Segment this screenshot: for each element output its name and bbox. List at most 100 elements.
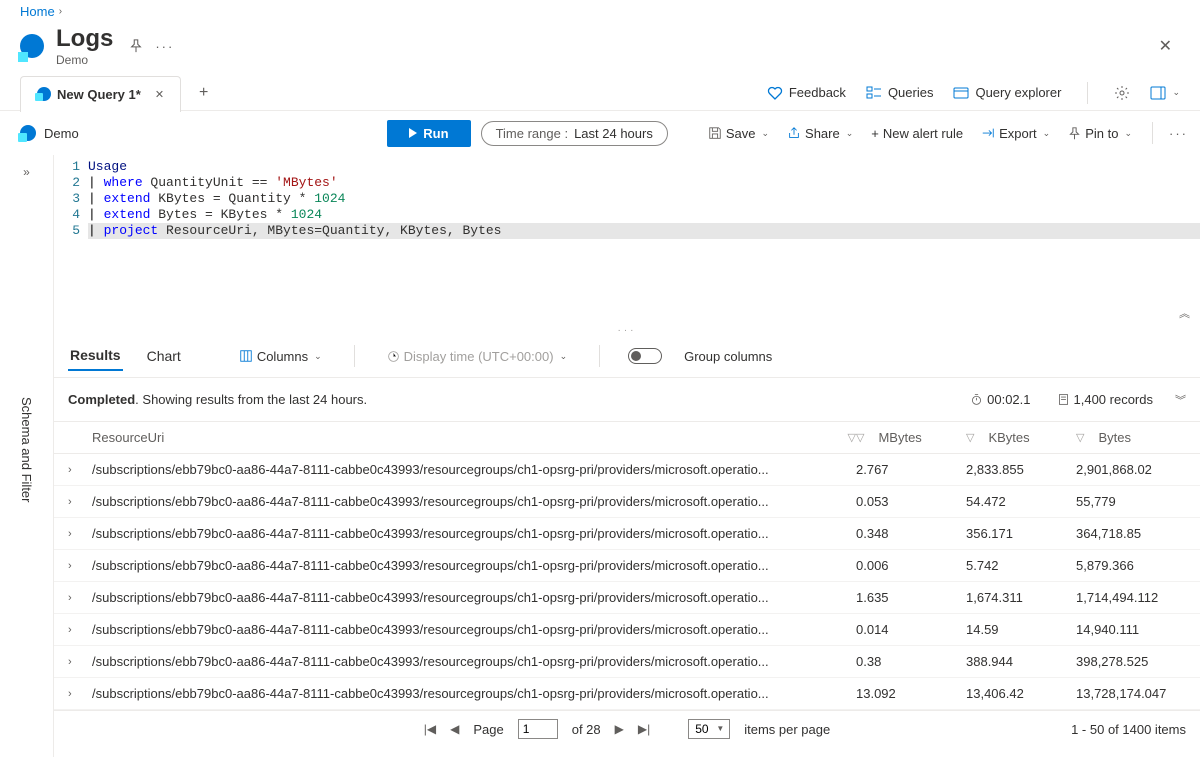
line-gutter: 12345 (54, 159, 88, 321)
page-input[interactable] (518, 719, 558, 739)
query-tab-icon (37, 87, 51, 101)
play-icon (409, 128, 417, 138)
export-button[interactable]: Export⌄ (977, 122, 1054, 145)
query-explorer-button[interactable]: Query explorer (953, 85, 1061, 101)
grid-body: ›/subscriptions/ebb79bc0-aa86-44a7-8111-… (54, 454, 1200, 710)
add-tab-button[interactable]: + (191, 80, 216, 106)
display-time-button[interactable]: Display time (UTC+00:00)⌄ (383, 345, 571, 368)
scope-selector[interactable]: Demo (20, 125, 79, 141)
table-row[interactable]: ›/subscriptions/ebb79bc0-aa86-44a7-8111-… (54, 550, 1200, 582)
queries-button[interactable]: Queries (866, 85, 934, 101)
cell-kbytes: 54.472 (966, 494, 1076, 509)
sidebar-label[interactable]: Schema and Filter (19, 397, 34, 503)
feedback-button[interactable]: Feedback (767, 85, 846, 101)
table-row[interactable]: ›/subscriptions/ebb79bc0-aa86-44a7-8111-… (54, 646, 1200, 678)
table-row[interactable]: ›/subscriptions/ebb79bc0-aa86-44a7-8111-… (54, 582, 1200, 614)
expand-row-icon[interactable]: › (68, 656, 92, 668)
table-row[interactable]: ›/subscriptions/ebb79bc0-aa86-44a7-8111-… (54, 614, 1200, 646)
code-editor[interactable]: 12345 Usage | where QuantityUnit == 'MBy… (54, 155, 1200, 325)
run-button[interactable]: Run (387, 120, 470, 147)
cell-kbytes: 5.742 (966, 558, 1076, 573)
expand-sidebar-button[interactable]: » (23, 165, 30, 179)
col-kbytes[interactable]: KBytes (988, 430, 1029, 445)
page-size-select[interactable]: 50 (688, 719, 730, 739)
breadcrumb-home[interactable]: Home (20, 4, 55, 19)
query-tab-active[interactable]: New Query 1* ✕ (20, 76, 181, 112)
cell-resourceuri: /subscriptions/ebb79bc0-aa86-44a7-8111-c… (92, 590, 856, 605)
expand-row-icon[interactable]: › (68, 592, 92, 604)
filter-icon[interactable]: ▽ (856, 431, 864, 444)
panel-toggle-button[interactable]: ⌄ (1150, 85, 1180, 101)
cell-bytes: 398,278.525 (1076, 654, 1186, 669)
table-row[interactable]: ›/subscriptions/ebb79bc0-aa86-44a7-8111-… (54, 454, 1200, 486)
first-page-button[interactable]: |◀ (424, 722, 436, 736)
expand-row-icon[interactable]: › (68, 624, 92, 636)
cell-resourceuri: /subscriptions/ebb79bc0-aa86-44a7-8111-c… (92, 654, 856, 669)
columns-icon (239, 349, 253, 363)
page-label: Page (473, 722, 503, 737)
share-icon (787, 126, 801, 140)
side-rail: » Schema and Filter (0, 155, 54, 757)
last-page-button[interactable]: ▶| (638, 722, 650, 736)
page-title: Logs (56, 25, 113, 53)
settings-gear-icon[interactable] (1114, 85, 1130, 101)
expand-row-icon[interactable]: › (68, 528, 92, 540)
tab-results[interactable]: Results (68, 341, 123, 371)
table-row[interactable]: ›/subscriptions/ebb79bc0-aa86-44a7-8111-… (54, 678, 1200, 710)
save-button[interactable]: Save⌄ (704, 122, 773, 145)
new-alert-button[interactable]: + New alert rule (867, 122, 967, 145)
cell-kbytes: 356.171 (966, 526, 1076, 541)
table-row[interactable]: ›/subscriptions/ebb79bc0-aa86-44a7-8111-… (54, 518, 1200, 550)
query-tab-label: New Query 1* (57, 87, 141, 102)
resize-handle[interactable]: ··· (54, 325, 1200, 335)
tab-chart[interactable]: Chart (145, 342, 183, 370)
expand-row-icon[interactable]: › (68, 688, 92, 700)
table-row[interactable]: ›/subscriptions/ebb79bc0-aa86-44a7-8111-… (54, 486, 1200, 518)
cell-bytes: 364,718.85 (1076, 526, 1186, 541)
query-timing: 00:02.1 (966, 388, 1034, 411)
expand-results-icon[interactable]: ︾ (1175, 392, 1186, 408)
expand-row-icon[interactable]: › (68, 560, 92, 572)
cell-resourceuri: /subscriptions/ebb79bc0-aa86-44a7-8111-c… (92, 686, 856, 701)
col-bytes[interactable]: Bytes (1098, 430, 1131, 445)
expand-row-icon[interactable]: › (68, 496, 92, 508)
logs-app-icon (20, 34, 44, 58)
chevron-down-icon: ⌄ (1172, 87, 1180, 98)
heart-icon (767, 85, 783, 101)
queries-icon (866, 85, 882, 101)
cell-bytes: 5,879.366 (1076, 558, 1186, 573)
next-page-button[interactable]: ▶ (615, 722, 624, 736)
query-toolbar: Demo Run Time range : Last 24 hours Save… (0, 111, 1200, 155)
more-icon[interactable]: ··· (155, 39, 174, 54)
cell-bytes: 1,714,494.112 (1076, 590, 1186, 605)
explorer-icon (953, 85, 969, 101)
group-columns-toggle[interactable] (628, 348, 662, 364)
stopwatch-icon (970, 393, 983, 406)
prev-page-button[interactable]: ◀ (450, 722, 459, 736)
col-mbytes[interactable]: MBytes (878, 430, 921, 445)
columns-button[interactable]: Columns⌄ (235, 345, 326, 368)
pin-to-button[interactable]: Pin to⌄ (1064, 122, 1136, 145)
close-button[interactable]: ✕ (1151, 32, 1180, 60)
toolbar-more-icon[interactable]: ··· (1169, 126, 1188, 141)
collapse-editor-icon[interactable]: ︽ (1179, 305, 1190, 321)
filter-icon[interactable]: ▽ (848, 431, 856, 444)
code-body[interactable]: Usage | where QuantityUnit == 'MBytes' |… (88, 159, 1200, 321)
time-range-selector[interactable]: Time range : Last 24 hours (481, 121, 668, 146)
cell-bytes: 13,728,174.047 (1076, 686, 1186, 701)
share-button[interactable]: Share⌄ (783, 122, 857, 145)
filter-icon[interactable]: ▽ (966, 431, 974, 444)
pin-icon[interactable] (129, 39, 143, 53)
chevron-right-icon: › (59, 6, 62, 17)
per-page-label: items per page (744, 722, 830, 737)
cell-mbytes: 2.767 (856, 462, 966, 477)
cell-kbytes: 1,674.311 (966, 590, 1076, 605)
cell-mbytes: 0.006 (856, 558, 966, 573)
expand-row-icon[interactable]: › (68, 464, 92, 476)
filter-icon[interactable]: ▽ (1076, 431, 1084, 444)
record-count: 1,400 records (1053, 388, 1158, 411)
tab-close-icon[interactable]: ✕ (155, 88, 164, 101)
pager: |◀ ◀ Page of 28 ▶ ▶| 50 items per page 1… (54, 710, 1200, 747)
plus-icon: + (871, 126, 879, 141)
col-resourceuri[interactable]: ResourceUri (92, 430, 164, 445)
